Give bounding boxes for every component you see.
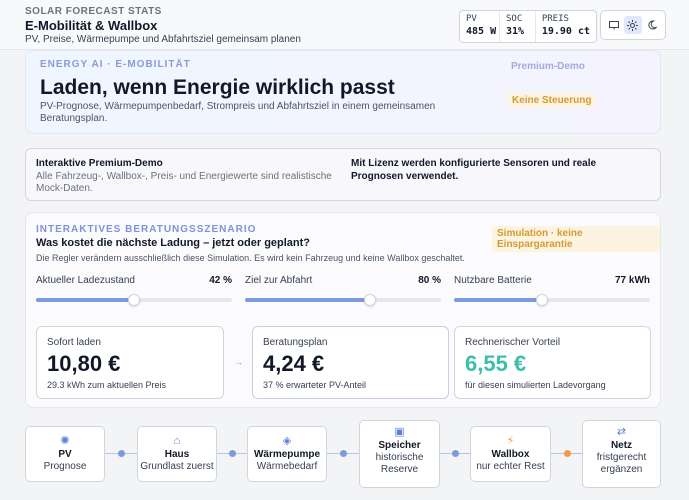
slider-value: 42 % <box>209 275 232 286</box>
flow-connector <box>217 450 247 457</box>
flow-node-subtitle: Grundlast zuerst <box>140 461 214 472</box>
connector-dot <box>229 450 236 457</box>
stat-soc-value: 31% <box>506 26 525 37</box>
sun-icon: ✺ <box>60 435 70 447</box>
result-advantage: Rechnerischer Vorteil 6,55 € für diesen … <box>454 326 651 399</box>
page-title: E-Mobilität & Wallbox <box>25 18 158 33</box>
flow-node-title: Wärmepumpe <box>253 449 321 460</box>
connector-dot <box>340 450 347 457</box>
premium-demo-badge: Premium-Demo <box>511 61 585 72</box>
scenario-card: INTERAKTIVES BERATUNGSSZENARIO Was koste… <box>25 212 661 408</box>
theme-toggle <box>600 10 666 40</box>
slider-fill <box>454 298 543 302</box>
result-label: Sofort laden <box>47 337 101 348</box>
flow-node-subtitle: Wärmebedarf <box>256 461 318 472</box>
flow-connector <box>327 450 359 457</box>
diamond-icon: ◈ <box>282 435 292 447</box>
connector-dot <box>118 450 125 457</box>
premium-notice-title: Interaktive Premium-Demo <box>36 158 163 169</box>
connector-dot <box>452 450 459 457</box>
flow-node-title: Wallbox <box>491 449 530 460</box>
flow-node-title: PV <box>58 449 72 460</box>
app-header: SOLAR FORECAST STATS E-Mobilität & Wallb… <box>0 0 689 50</box>
flow-node-title: Haus <box>164 449 190 460</box>
hero-kicker: ENERGY AI · E-MOBILITÄT <box>40 59 191 70</box>
stat-soc: SOC 31% <box>500 11 536 42</box>
flow-node-waermepumpe: ◈ Wärmepumpe Wärmebedarf <box>247 426 327 482</box>
result-advice-plan: Beratungsplan 4,24 € 37 % erwarteter PV-… <box>252 326 449 399</box>
slider-fill <box>245 298 371 302</box>
stat-preis-value: 19.90 ct <box>541 26 590 37</box>
stat-pv: PV 485 W <box>460 11 500 42</box>
flow-node-wallbox: ⚡ Wallbox nur echter Rest <box>470 426 551 482</box>
stat-soc-label: SOC <box>506 14 523 24</box>
hero-headline: Laden, wenn Energie wirklich passt <box>40 76 395 99</box>
simulation-badge: Simulation · keine Einspargarantie <box>492 226 660 252</box>
result-value: 4,24 € <box>263 351 325 376</box>
flow-connector <box>551 450 582 457</box>
result-label: Beratungsplan <box>263 337 328 348</box>
monitor-icon[interactable] <box>605 16 623 34</box>
connector-dot <box>564 450 571 457</box>
slider-handle[interactable] <box>536 294 549 306</box>
no-control-badge: Keine Steuerung <box>507 93 597 108</box>
flow-connector <box>440 450 470 457</box>
slider-track[interactable] <box>36 294 232 306</box>
flow-node-title: Netz <box>610 440 633 451</box>
flow-node-subtitle: Prognose <box>43 461 87 472</box>
stat-preis: PREIS 19.90 ct <box>536 11 596 42</box>
result-value: 6,55 € <box>465 351 527 376</box>
premium-notice-text: Alle Fahrzeug-, Wallbox-, Preis- und Ene… <box>36 171 332 194</box>
slider-value: 80 % <box>418 275 441 286</box>
premium-demo-notice: Interaktive Premium-Demo Alle Fahrzeug-,… <box>25 148 661 201</box>
hero-banner: ENERGY AI · E-MOBILITÄT Laden, wenn Ener… <box>25 50 661 134</box>
flow-node-haus: ⌂ Haus Grundlast zuerst <box>137 426 217 482</box>
slider-label: Ziel zur Abfahrt <box>245 275 313 286</box>
scenario-kicker: INTERAKTIVES BERATUNGSSZENARIO <box>36 224 257 235</box>
flow-connector <box>105 450 137 457</box>
arrows-icon: ⇄ <box>616 426 627 438</box>
app-kicker: SOLAR FORECAST STATS <box>25 6 162 17</box>
slider-handle[interactable] <box>364 294 377 306</box>
slider-label: Nutzbare Batterie <box>454 275 532 286</box>
flow-node-speicher: ▣ Speicher historische Reserve <box>359 420 440 488</box>
scenario-question: Was kostet die nächste Ladung – jetzt od… <box>36 237 311 249</box>
result-subtext: 29.3 kWh zum aktuellen Preis <box>47 380 167 390</box>
result-charge-now: Sofort laden 10,80 € 29.3 kWh zum aktuel… <box>36 326 224 399</box>
result-label: Rechnerischer Vorteil <box>465 337 561 348</box>
result-value: 10,80 € <box>47 351 121 376</box>
slider-handle[interactable] <box>128 294 140 306</box>
house-icon: ⌂ <box>173 435 181 447</box>
flow-node-netz: ⇄ Netz fristgerecht ergänzen <box>582 420 661 488</box>
stat-preis-label: PREIS <box>541 14 569 24</box>
result-subtext: 37 % erwarteter PV-Anteil <box>263 380 367 390</box>
arrow-right-icon: → <box>234 357 243 367</box>
scenario-description: Die Regler verändern ausschließlich dies… <box>36 253 465 263</box>
sun-icon[interactable] <box>623 16 642 34</box>
license-notice-text: Mit Lizenz werden konfigurierte Sensoren… <box>351 158 597 182</box>
flow-node-subtitle: nur echter Rest <box>476 461 545 472</box>
slider-fill <box>36 298 134 302</box>
slider-track[interactable] <box>245 294 441 306</box>
hero-description: PV-Prognose, Wärmepumpenbedarf, Strompre… <box>40 101 436 124</box>
lightning-icon: ⚡ <box>506 435 515 447</box>
flow-node-subtitle: historische Reserve <box>375 452 424 475</box>
result-subtext: für diesen simulierten Ladevorgang <box>465 380 606 390</box>
battery-icon: ▣ <box>394 426 405 438</box>
slider-value: 77 kWh <box>614 275 650 286</box>
stats-panel: PV 485 W SOC 31% PREIS 19.90 ct <box>459 10 597 43</box>
moon-icon[interactable] <box>643 16 661 34</box>
stat-pv-value: 485 W <box>466 26 497 37</box>
stat-pv-label: PV <box>466 14 477 24</box>
flow-node-title: Speicher <box>378 440 421 451</box>
slider-track[interactable] <box>454 294 650 306</box>
slider-label: Aktueller Ladezustand <box>36 275 135 286</box>
flow-node-pv: ✺ PV Prognose <box>25 426 105 482</box>
flow-node-subtitle: fristgerecht ergänzen <box>596 452 647 475</box>
page-subtitle: PV, Preise, Wärmepumpe und Abfahrtsziel … <box>25 34 301 45</box>
